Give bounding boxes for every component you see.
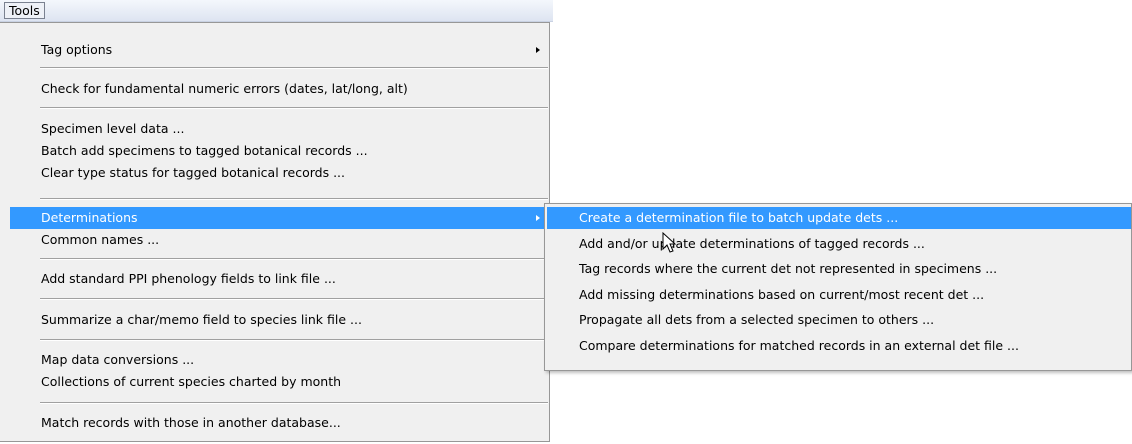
menu-item-determinations[interactable]: Determinations xyxy=(10,207,548,229)
menu-item-collections-charted[interactable]: Collections of current species charted b… xyxy=(10,371,548,393)
arrow-right-icon xyxy=(536,47,540,53)
submenu-item-add-update-determinations[interactable]: Add and/or update determinations of tagg… xyxy=(547,233,1131,255)
submenu-item-propagate-dets[interactable]: Propagate all dets from a selected speci… xyxy=(547,309,1131,331)
menu-item-batch-add-specimens[interactable]: Batch add specimens to tagged botanical … xyxy=(10,140,548,162)
tools-dropdown-menu: Tag options Check for fundamental numeri… xyxy=(0,22,550,442)
menu-item-summarize-field[interactable]: Summarize a char/memo field to species l… xyxy=(10,309,548,331)
menu-item-check-numeric-errors[interactable]: Check for fundamental numeric errors (da… xyxy=(10,78,548,100)
menu-item-tag-options[interactable]: Tag options xyxy=(10,39,548,61)
menu-item-label: Determinations xyxy=(41,210,138,225)
menu-separator xyxy=(40,67,548,69)
mouse-pointer-icon xyxy=(662,232,677,253)
menu-item-specimen-level-data[interactable]: Specimen level data ... xyxy=(10,118,548,140)
menu-separator xyxy=(40,402,548,404)
arrow-right-icon xyxy=(536,215,540,221)
menu-tools[interactable]: Tools xyxy=(4,2,45,19)
menu-bar: Tools xyxy=(0,0,553,22)
menu-separator xyxy=(40,198,548,200)
determinations-submenu: Create a determination file to batch upd… xyxy=(544,203,1132,371)
menu-separator xyxy=(40,107,548,109)
menu-separator xyxy=(40,339,548,341)
menu-item-common-names[interactable]: Common names ... xyxy=(10,229,548,251)
submenu-item-add-missing-determinations[interactable]: Add missing determinations based on curr… xyxy=(547,284,1131,306)
menu-item-add-ppi-phenology[interactable]: Add standard PPI phenology fields to lin… xyxy=(10,268,548,290)
menu-separator xyxy=(40,298,548,300)
menu-item-clear-type-status[interactable]: Clear type status for tagged botanical r… xyxy=(10,162,548,184)
menu-item-map-data-conversions[interactable]: Map data conversions ... xyxy=(10,349,548,371)
submenu-item-tag-records-det-not-represented[interactable]: Tag records where the current det not re… xyxy=(547,258,1131,280)
submenu-item-create-determination-file[interactable]: Create a determination file to batch upd… xyxy=(547,207,1131,229)
submenu-item-compare-determinations[interactable]: Compare determinations for matched recor… xyxy=(547,335,1131,357)
menu-item-match-records[interactable]: Match records with those in another data… xyxy=(10,412,548,434)
menu-separator xyxy=(40,258,548,260)
menu-item-label: Tag options xyxy=(41,42,113,57)
